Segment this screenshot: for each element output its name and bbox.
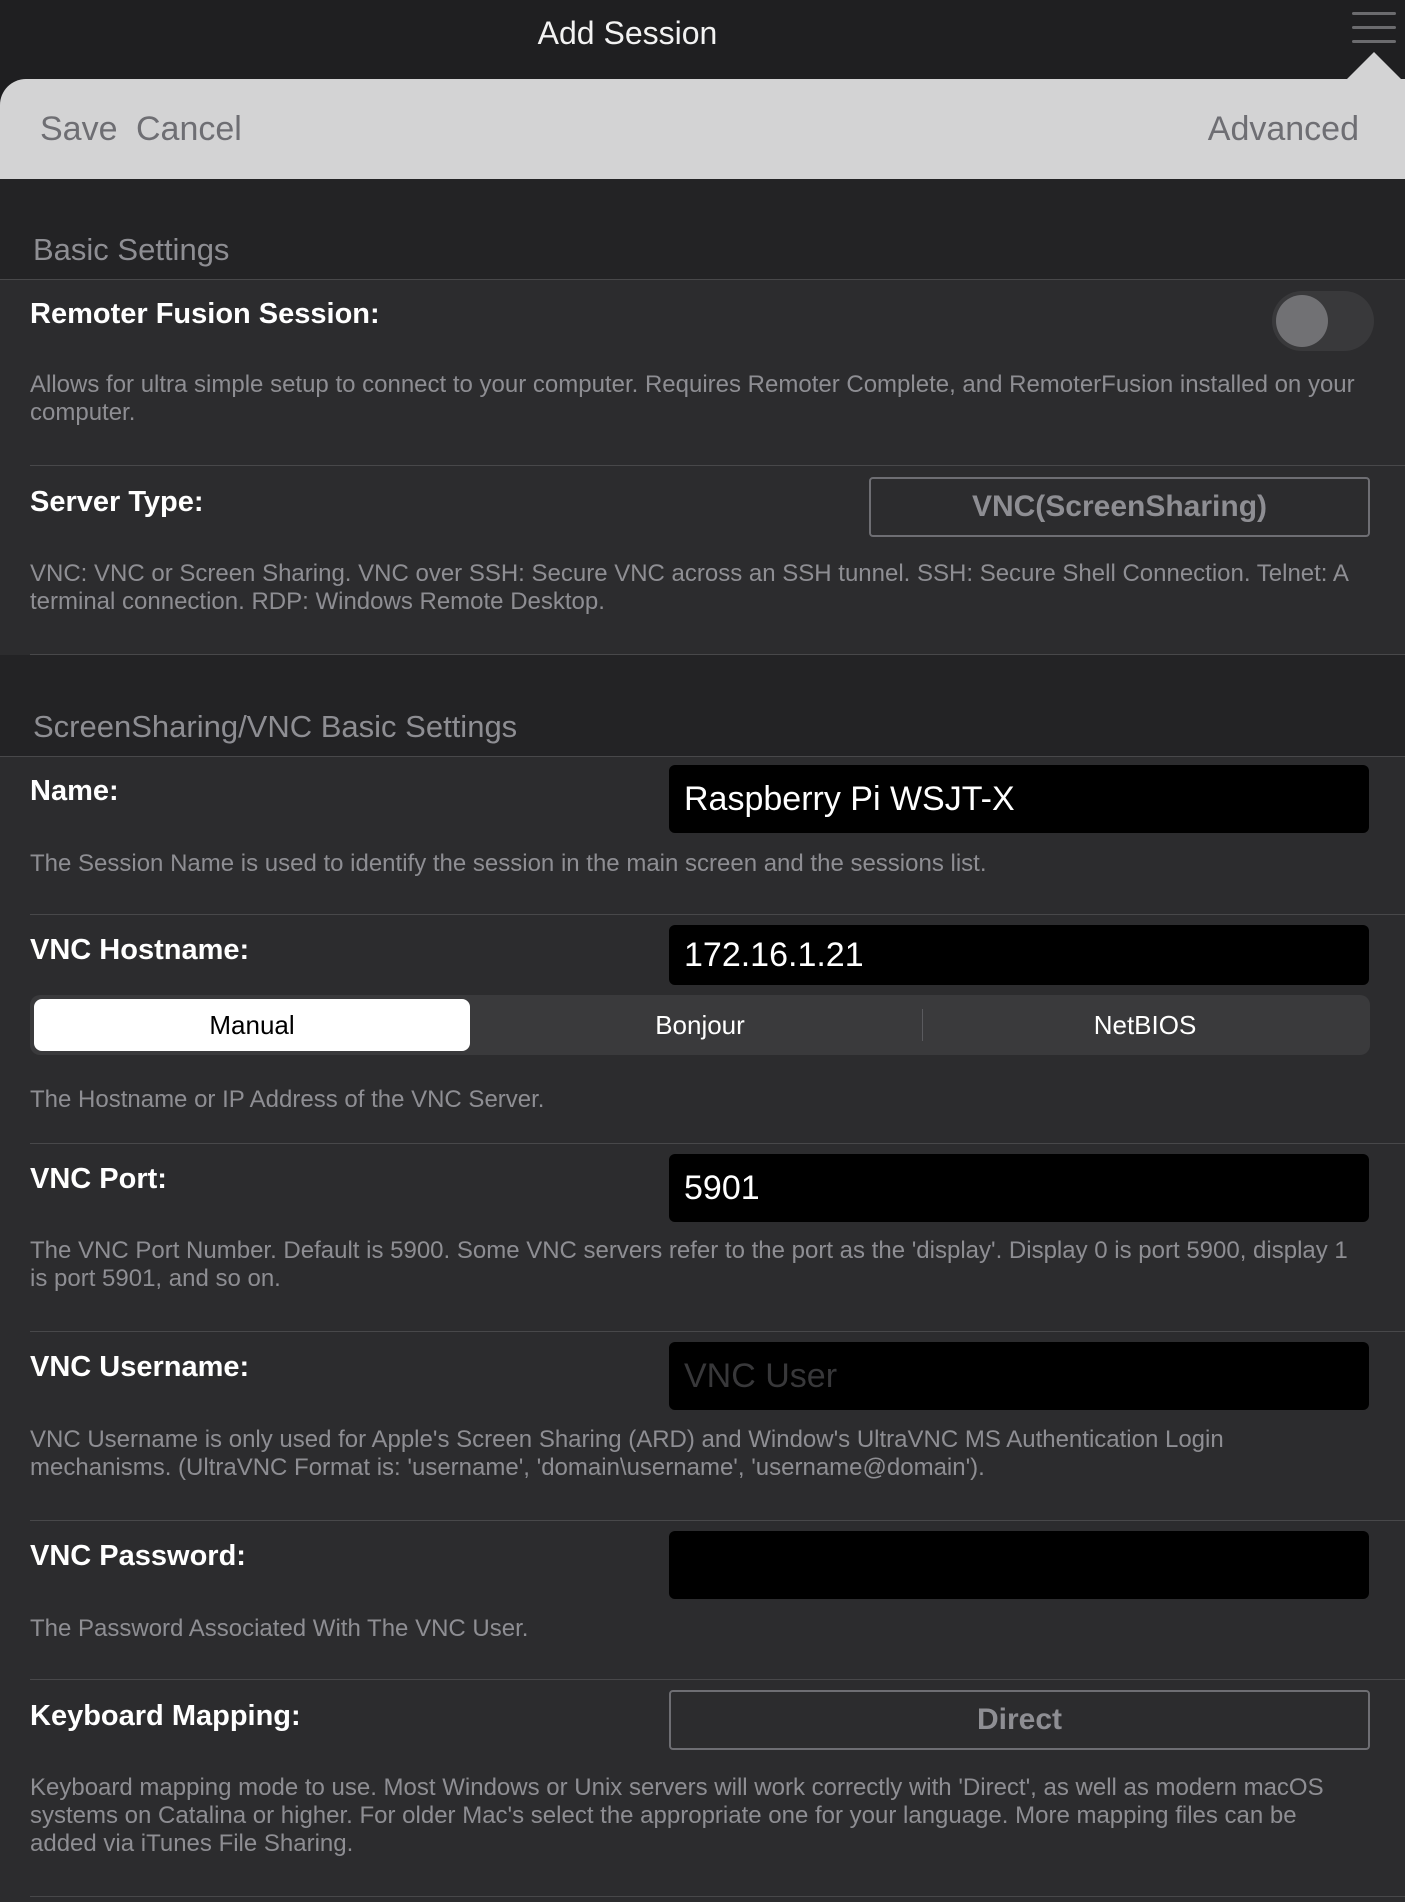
server-type-description: VNC: VNC or Screen Sharing. VNC over SSH…: [30, 560, 1348, 615]
port-field[interactable]: 5901: [669, 1154, 1369, 1222]
username-label: VNC Username:: [30, 1351, 250, 1383]
name-description: The Session Name is used to identify the…: [30, 850, 987, 877]
server-type-select-button[interactable]: VNC(ScreenSharing): [869, 477, 1370, 537]
fusion-description: Allows for ultra simple setup to connect…: [30, 371, 1355, 426]
section-header-vnc: ScreenSharing/VNC Basic Settings: [33, 709, 518, 744]
divider: [30, 1143, 1405, 1144]
divider: [30, 1520, 1405, 1521]
hostname-label: VNC Hostname:: [30, 934, 250, 966]
divider: [30, 1331, 1405, 1332]
divider: [30, 1896, 1405, 1897]
username-description: VNC Username is only used for Apple's Sc…: [30, 1426, 1224, 1481]
hostname-field[interactable]: 172.16.1.21: [669, 925, 1369, 985]
divider: [0, 279, 1405, 280]
segment-separator: [922, 1009, 923, 1041]
port-label: VNC Port:: [30, 1163, 167, 1195]
popover-toolbar: Save Cancel Advanced: [0, 79, 1405, 179]
hamburger-menu-icon[interactable]: [1352, 12, 1396, 52]
segment-bonjour[interactable]: Bonjour: [480, 999, 920, 1051]
segment-netbios[interactable]: NetBIOS: [924, 999, 1366, 1051]
section-header-basic: Basic Settings: [33, 232, 230, 267]
popover-arrow: [1346, 52, 1402, 80]
name-label: Name:: [30, 775, 119, 807]
toggle-knob: [1276, 295, 1328, 347]
divider: [30, 1679, 1405, 1680]
hostname-description: The Hostname or IP Address of the VNC Se…: [30, 1086, 545, 1113]
divider: [30, 465, 1405, 466]
password-label: VNC Password:: [30, 1540, 246, 1572]
hostname-mode-segmented-control: Manual Bonjour NetBIOS: [30, 995, 1370, 1055]
cancel-button[interactable]: Cancel: [136, 79, 242, 179]
name-field[interactable]: Raspberry Pi WSJT-X: [669, 765, 1369, 833]
segment-manual[interactable]: Manual: [34, 999, 470, 1051]
password-field[interactable]: [669, 1531, 1369, 1599]
save-button[interactable]: Save: [40, 79, 118, 179]
server-type-label: Server Type:: [30, 486, 204, 518]
divider: [30, 914, 1405, 915]
port-description: The VNC Port Number. Default is 5900. So…: [30, 1237, 1348, 1292]
keyboard-mapping-select-button[interactable]: Direct: [669, 1690, 1370, 1750]
fusion-label: Remoter Fusion Session:: [30, 298, 380, 330]
advanced-button[interactable]: Advanced: [1208, 79, 1359, 179]
keyboard-description: Keyboard mapping mode to use. Most Windo…: [30, 1774, 1324, 1857]
fusion-toggle[interactable]: [1272, 291, 1374, 351]
window-title: Add Session: [537, 15, 718, 51]
keyboard-label: Keyboard Mapping:: [30, 1700, 301, 1732]
divider: [0, 756, 1405, 757]
password-description: The Password Associated With The VNC Use…: [30, 1615, 529, 1642]
username-field[interactable]: VNC User: [669, 1342, 1369, 1410]
